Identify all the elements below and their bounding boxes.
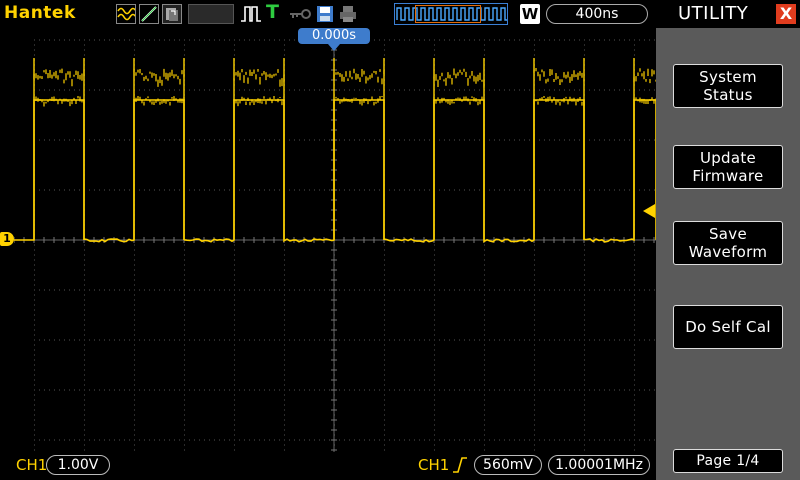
acquire-mode-badge[interactable]: W xyxy=(520,4,540,24)
waveform-display[interactable] xyxy=(14,28,656,452)
slope-icon[interactable] xyxy=(139,4,159,24)
page-button[interactable]: Page 1/4 xyxy=(673,449,783,473)
brand-logo: Hantek xyxy=(4,3,76,23)
status-bar: Hantek T W 400ns xyxy=(0,0,656,28)
blank-slot-icon xyxy=(188,4,234,24)
ch1-ground-marker[interactable]: 1 xyxy=(0,232,14,246)
horizontal-position-badge[interactable]: 0.000s xyxy=(298,28,370,44)
wave-icon[interactable] xyxy=(116,4,137,24)
waveform-window-icon xyxy=(394,3,508,25)
view-window-marker xyxy=(415,5,481,23)
rising-edge-icon xyxy=(452,456,468,474)
frequency-readout: 1.00001MHz xyxy=(548,455,650,475)
printer-icon[interactable] xyxy=(338,4,358,24)
menu-header: UTILITY X xyxy=(656,0,800,28)
do-self-cal-button[interactable]: Do Self Cal xyxy=(673,305,783,349)
save-waveform-button[interactable]: Save Waveform xyxy=(673,221,783,265)
ch1-label: CH1 xyxy=(16,456,48,474)
trigger-level-readout[interactable]: 560mV xyxy=(474,455,542,475)
ch1-scale-readout[interactable]: 1.00V xyxy=(46,455,110,475)
system-status-button[interactable]: System Status xyxy=(673,64,783,108)
key-icon xyxy=(288,4,312,24)
timebase-readout[interactable]: 400ns xyxy=(546,4,648,24)
menu-title: UTILITY xyxy=(678,3,749,24)
save-disk-icon[interactable] xyxy=(315,4,335,24)
trigger-level-arrow-icon[interactable] xyxy=(643,204,655,218)
channel-info-bar: CH1 1.00V CH1 560mV 1.00001MHz xyxy=(0,452,656,480)
utility-menu: UTILITY X System Status Update Firmware … xyxy=(656,0,800,480)
horizontal-position-arrow-icon xyxy=(328,44,340,51)
trigger-type-letter: T xyxy=(266,1,279,23)
update-firmware-button[interactable]: Update Firmware xyxy=(673,145,783,189)
ch1-trace xyxy=(14,99,656,243)
graticule xyxy=(14,28,656,452)
trigger-source-label: CH1 xyxy=(418,456,450,474)
stack-icon[interactable] xyxy=(162,4,182,24)
ch1-trace-edges xyxy=(33,58,635,240)
pulse-trigger-icon[interactable] xyxy=(240,4,262,24)
close-icon[interactable]: X xyxy=(776,4,796,24)
